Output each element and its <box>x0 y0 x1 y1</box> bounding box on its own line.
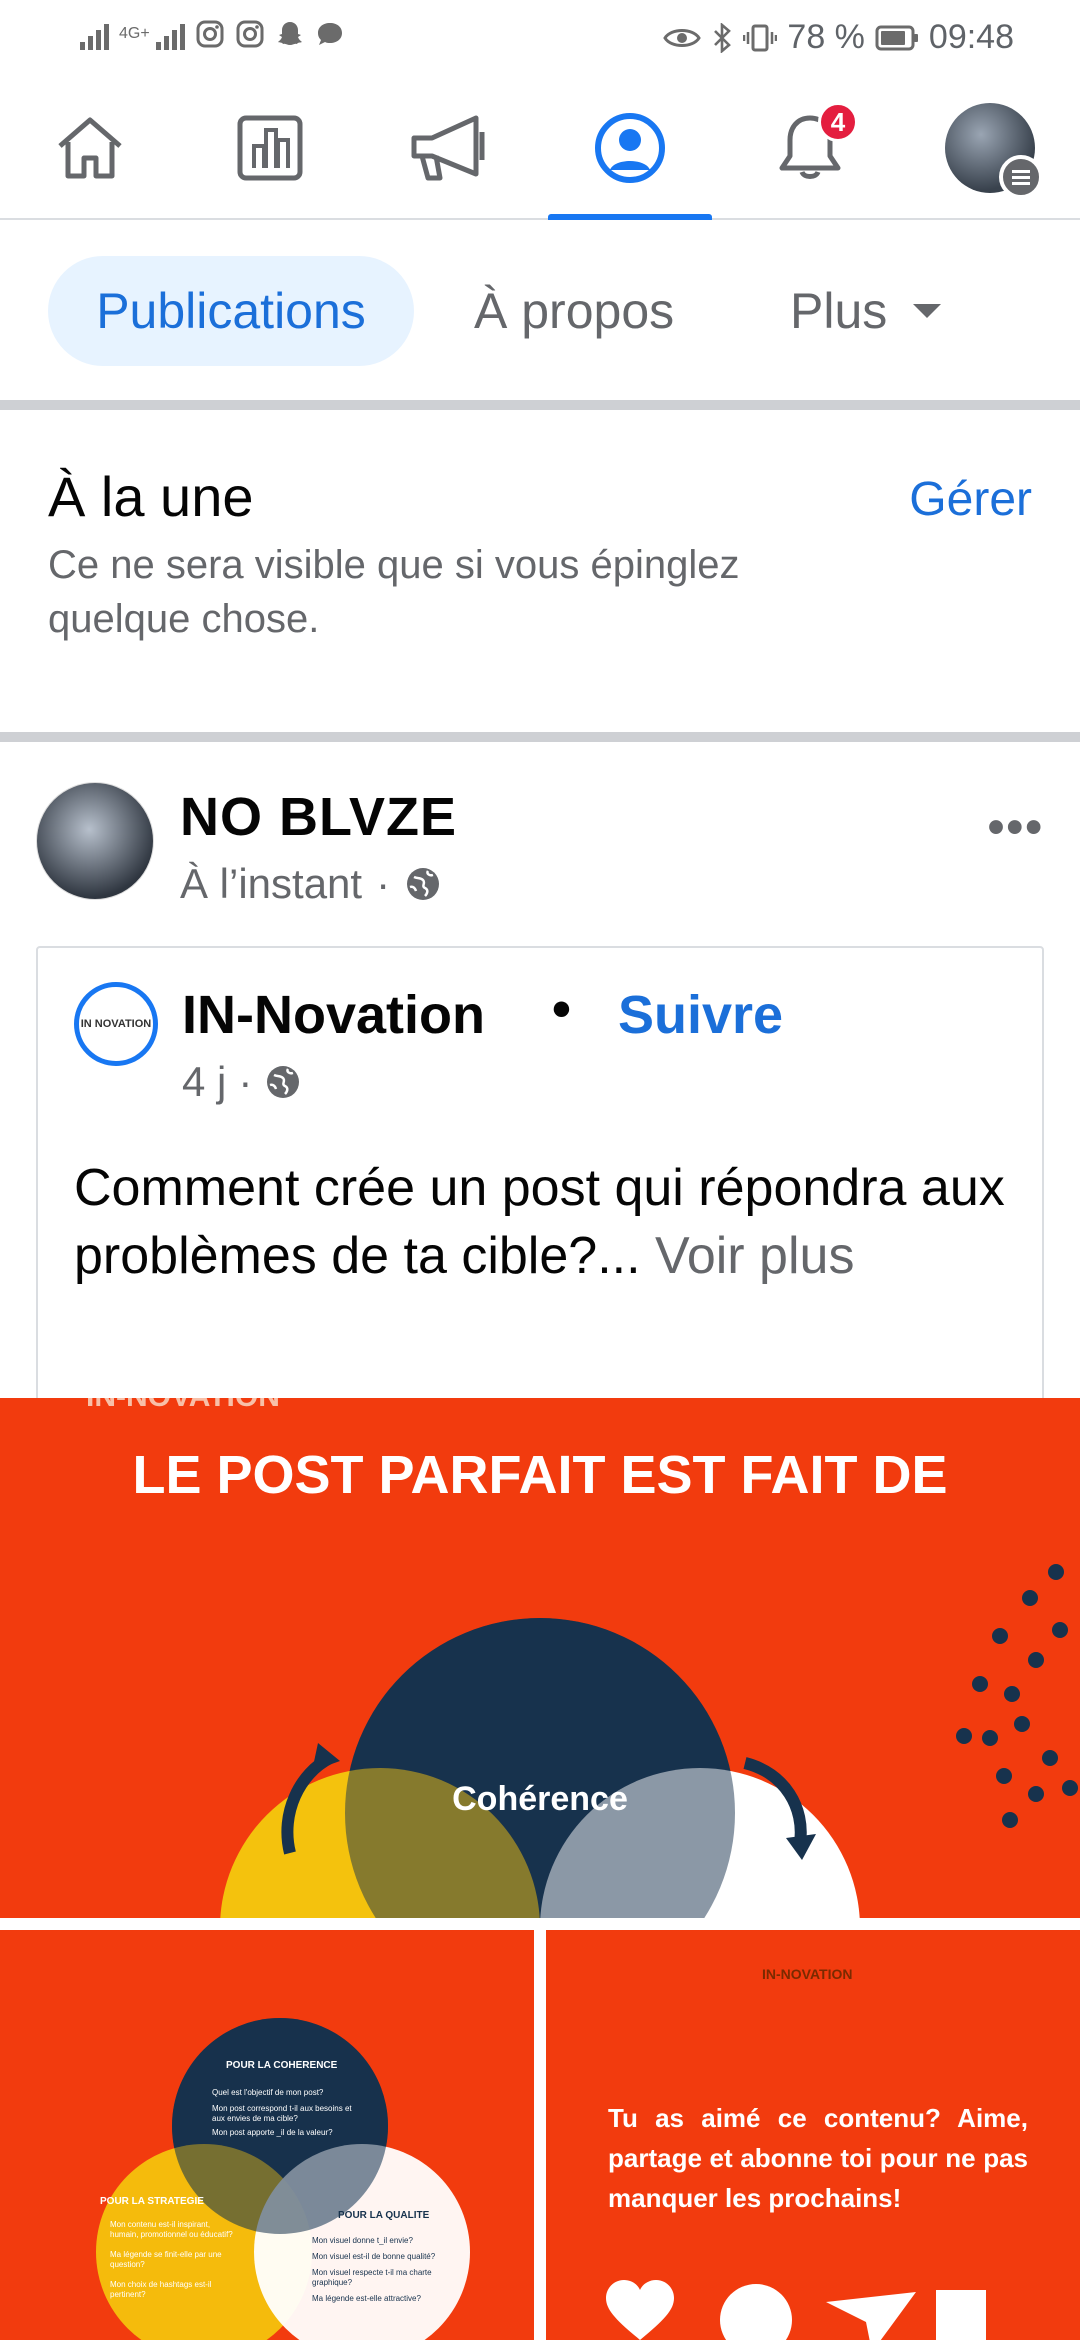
avatar <box>945 103 1043 199</box>
nav-ads[interactable] <box>370 76 530 220</box>
post-image-left[interactable]: POUR LA COHERENCE Quel est l'objectif de… <box>0 1930 534 2340</box>
cta-text: Tu as aimé ce contenu? Aime, partage et … <box>608 2103 1028 2213</box>
tab-about[interactable]: À propos <box>474 256 674 366</box>
venn-graphic <box>220 1564 1078 1918</box>
ads-icon <box>411 115 485 181</box>
venn-center-label: Cohérence <box>452 1780 628 1818</box>
strategy-title: POUR LA STRATEGIE <box>100 2196 204 2207</box>
image-logo: IN-NOVATION <box>762 1966 853 1982</box>
strategy-item: Mon choix de hashtags est-il pertinent? <box>110 2280 212 2299</box>
post-meta: À l’instant · <box>180 860 442 908</box>
quality-item: Mon visuel est-il de bonne qualité? <box>312 2252 436 2261</box>
globe-icon <box>267 1066 300 1098</box>
profile-icon <box>595 113 665 183</box>
strategy-item: Ma légende se finit-elle par une questio… <box>110 2250 222 2269</box>
nav-account-menu[interactable] <box>910 76 1070 220</box>
status-bar: 4G+ 78 % 09:48 <box>0 0 1080 76</box>
active-tab-indicator <box>548 214 712 220</box>
nav-notifications[interactable]: 4 <box>730 76 890 220</box>
featured-subtitle: Ce ne sera visible que si vous épinglez … <box>48 543 740 641</box>
follow-button[interactable]: Suivre <box>618 984 783 1046</box>
nav-pages[interactable] <box>190 76 350 220</box>
top-navigation: 4 <box>0 76 1080 220</box>
tab-publications[interactable]: Publications <box>48 256 414 366</box>
featured-title: À la une <box>48 465 254 528</box>
status-right-icons: 78 % 09:48 <box>663 18 1014 57</box>
manage-link[interactable]: Gérer <box>909 472 1032 527</box>
quality-item: Mon visuel respecte t-il ma charte graph… <box>312 2268 432 2287</box>
divider <box>0 732 1080 742</box>
home-icon <box>58 117 122 179</box>
meta-separator: · <box>238 1058 253 1105</box>
page-logo-text: IN NOVATION <box>80 1018 152 1030</box>
snapchat-icon <box>277 22 302 45</box>
post-author[interactable]: NO BLVZE <box>180 786 457 848</box>
share-icons <box>606 2280 986 2340</box>
post-image-grid: POUR LA COHERENCE Quel est l'objectif de… <box>0 1930 1080 2340</box>
chat-icon <box>317 23 342 45</box>
shared-post-text: Comment crée un post qui répondra aux pr… <box>74 1154 1014 1290</box>
instagram-icon <box>236 20 264 48</box>
coherence-item: Mon post apporte _il de la valeur? <box>212 2128 333 2137</box>
more-options-icon[interactable]: ••• <box>988 800 1044 855</box>
signal-icon <box>155 18 185 50</box>
shared-page-name[interactable]: IN-Novation <box>182 984 485 1046</box>
battery-icon <box>875 25 918 50</box>
signal-icon <box>80 18 109 50</box>
notification-badge: 4 <box>818 102 858 142</box>
coherence-item: Quel est l'objectif de mon post? <box>212 2088 324 2097</box>
name-separator: • <box>552 979 571 1039</box>
globe-icon <box>407 868 440 900</box>
menu-icon <box>999 155 1043 199</box>
tab-more-label: Plus <box>790 283 888 339</box>
see-more-link[interactable]: Voir plus <box>655 1227 854 1285</box>
author-avatar[interactable] <box>36 782 154 900</box>
post-image-main[interactable]: IN-NOVATION LE POST PARFAIT EST FAIT DE … <box>0 1398 1080 1918</box>
eye-icon <box>663 28 702 47</box>
caret-down-icon <box>913 304 942 318</box>
vibrate-icon <box>743 24 778 51</box>
bluetooth-icon <box>714 22 732 53</box>
battery-percent: 78 % <box>787 18 865 56</box>
divider <box>0 400 1080 410</box>
post-time[interactable]: À l’instant <box>180 860 362 908</box>
quality-item: Ma légende est-elle attractive? <box>312 2294 421 2303</box>
shared-meta: 4 j · <box>182 1058 302 1106</box>
clock: 09:48 <box>928 18 1014 56</box>
status-left-icons: 4G+ <box>80 18 345 50</box>
network-type: 4G+ <box>119 25 150 42</box>
quality-title: POUR LA QUALITE <box>338 2210 430 2221</box>
post-text: Comment crée un post qui répondra aux pr… <box>74 1159 1005 1285</box>
profile-tabs: Publications À propos Plus <box>0 222 1080 400</box>
shared-time[interactable]: 4 j <box>182 1058 226 1106</box>
page-logo[interactable]: IN NOVATION <box>74 982 158 1066</box>
pages-icon <box>237 115 303 181</box>
featured-section: À la une Gérer Ce ne sera visible que si… <box>0 410 1080 732</box>
quality-item: Mon visuel donne t_il envie? <box>312 2236 413 2245</box>
instagram-icon <box>196 20 224 48</box>
meta-separator: · <box>376 860 391 907</box>
nav-profile[interactable] <box>550 76 710 220</box>
coherence-title: POUR LA COHERENCE <box>226 2060 338 2071</box>
tab-more[interactable]: Plus <box>790 256 942 366</box>
nav-home[interactable] <box>10 76 170 220</box>
coherence-item: Mon post correspond t-il aux besoins et … <box>212 2104 352 2123</box>
post-image-right[interactable]: IN-NOVATION Tu as aimé ce contenu? Aime,… <box>546 1930 1080 2340</box>
strategy-item: Mon contenu est-il inspirant, humain, pr… <box>110 2220 233 2239</box>
